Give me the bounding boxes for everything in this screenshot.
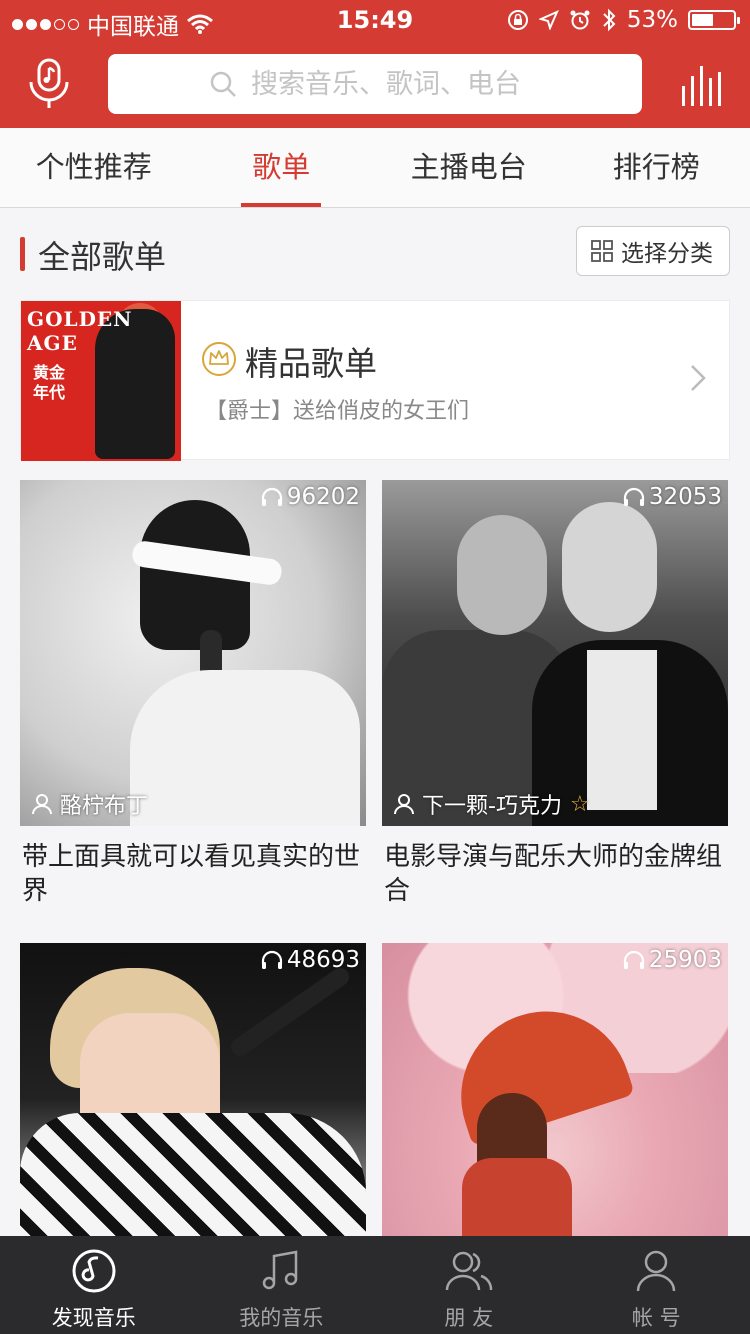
cover-person-right-shirt bbox=[587, 650, 657, 810]
play-count-value: 96202 bbox=[286, 484, 360, 510]
star-icon: ☆ bbox=[569, 791, 590, 817]
nav-label: 帐 号 bbox=[631, 1306, 681, 1330]
playlist-cover: 96202 酪柠布丁 bbox=[20, 480, 366, 826]
crown-icon bbox=[202, 342, 236, 376]
playlist-caption: 电影导演与配乐大师的金牌组合 bbox=[384, 842, 723, 906]
cover-microphone-shape bbox=[227, 964, 353, 1060]
netease-logo-icon bbox=[72, 1249, 116, 1293]
location-icon bbox=[538, 10, 559, 30]
tab-playlists[interactable]: 歌单 bbox=[188, 128, 376, 207]
app-header: 中国联通 15:49 53% 搜索音乐、歌词、电台 bbox=[0, 0, 750, 128]
playlist-card[interactable]: 32053 下一颗-巧克力 ☆ 电影导演与配乐大师的金牌组合 bbox=[382, 480, 728, 908]
cover-figure bbox=[95, 309, 175, 459]
cover-person-right-face bbox=[562, 502, 657, 632]
tab-radio[interactable]: 主播电台 bbox=[375, 128, 563, 207]
battery-percent: 53% bbox=[626, 7, 678, 33]
bluetooth-icon bbox=[603, 8, 616, 32]
cover-shirt-shape bbox=[130, 670, 360, 826]
alarm-icon bbox=[570, 10, 590, 30]
play-count: 48693 bbox=[261, 947, 360, 973]
playlist-caption: 带上面具就可以看见真实的世界 bbox=[22, 842, 361, 906]
rotation-lock-icon bbox=[507, 10, 528, 30]
search-input[interactable] bbox=[251, 68, 541, 100]
play-count: 25903 bbox=[623, 947, 722, 973]
playlist-card[interactable]: 96202 酪柠布丁 带上面具就可以看见真实的世界 bbox=[20, 480, 366, 908]
featured-playlist-card[interactable]: GOLDEN AGE 黄金年代 精品歌单 【爵士】送给俏皮的女王们 bbox=[20, 300, 730, 461]
battery-level bbox=[692, 14, 713, 26]
account-icon bbox=[637, 1250, 676, 1292]
featured-title: 精品歌单 bbox=[245, 344, 377, 383]
user-icon bbox=[32, 794, 52, 815]
section-header: 全部歌单 选择分类 bbox=[0, 226, 750, 282]
nav-account[interactable]: 帐 号 bbox=[563, 1236, 750, 1334]
status-right: 53% bbox=[507, 7, 740, 33]
select-category-label: 选择分类 bbox=[621, 241, 713, 267]
mic-music-icon[interactable] bbox=[26, 58, 72, 110]
nav-discover-music[interactable]: 发现音乐 bbox=[0, 1236, 188, 1334]
cover-title-cn: 黄金年代 bbox=[33, 363, 66, 402]
tab-personal-recommend[interactable]: 个性推荐 bbox=[0, 128, 188, 207]
playing-bars-icon[interactable] bbox=[680, 64, 724, 106]
headphones-icon bbox=[623, 950, 644, 969]
headphones-icon bbox=[261, 487, 282, 506]
cover-person-left-face bbox=[457, 515, 547, 635]
friends-icon bbox=[445, 1251, 492, 1291]
play-count-value: 48693 bbox=[286, 947, 360, 973]
play-count-value: 32053 bbox=[648, 484, 722, 510]
user-icon bbox=[394, 794, 414, 815]
search-bar[interactable] bbox=[108, 54, 642, 114]
cover-title-en: GOLDEN AGE bbox=[27, 307, 133, 355]
play-count: 32053 bbox=[623, 484, 722, 510]
battery-icon bbox=[688, 10, 740, 30]
chevron-right-icon bbox=[691, 365, 706, 391]
headphones-icon bbox=[623, 487, 644, 506]
featured-cover-image: GOLDEN AGE 黄金年代 bbox=[21, 301, 181, 461]
section-title: 全部歌单 bbox=[38, 238, 167, 276]
author-name: 酪柠布丁 bbox=[60, 794, 149, 819]
select-category-button[interactable]: 选择分类 bbox=[576, 226, 730, 276]
music-note-icon bbox=[263, 1250, 298, 1290]
search-icon bbox=[210, 71, 236, 97]
grid-icon bbox=[591, 240, 613, 262]
tab-bar: 个性推荐 歌单 主播电台 排行榜 bbox=[0, 128, 750, 208]
play-count: 96202 bbox=[261, 484, 360, 510]
author-name: 下一颗-巧克力 bbox=[422, 794, 562, 819]
nav-label: 发现音乐 bbox=[51, 1306, 136, 1330]
nav-friends[interactable]: 朋 友 bbox=[375, 1236, 563, 1334]
playlist-author: 下一颗-巧克力 ☆ bbox=[394, 788, 590, 820]
section-accent-bar bbox=[20, 237, 25, 271]
tab-charts[interactable]: 排行榜 bbox=[563, 128, 750, 207]
featured-subtitle: 【爵士】送给俏皮的女王们 bbox=[205, 399, 470, 424]
headphones-icon bbox=[261, 950, 282, 969]
nav-label: 朋 友 bbox=[444, 1306, 494, 1330]
bottom-nav: 发现音乐 我的音乐 朋 友 帐 号 bbox=[0, 1236, 750, 1334]
nav-my-music[interactable]: 我的音乐 bbox=[188, 1236, 376, 1334]
play-count-value: 25903 bbox=[648, 947, 722, 973]
nav-label: 我的音乐 bbox=[239, 1306, 324, 1330]
status-bar: 中国联通 15:49 53% bbox=[0, 0, 750, 40]
playlist-cover: 32053 下一颗-巧克力 ☆ bbox=[382, 480, 728, 826]
playlist-author: 酪柠布丁 bbox=[32, 788, 148, 820]
